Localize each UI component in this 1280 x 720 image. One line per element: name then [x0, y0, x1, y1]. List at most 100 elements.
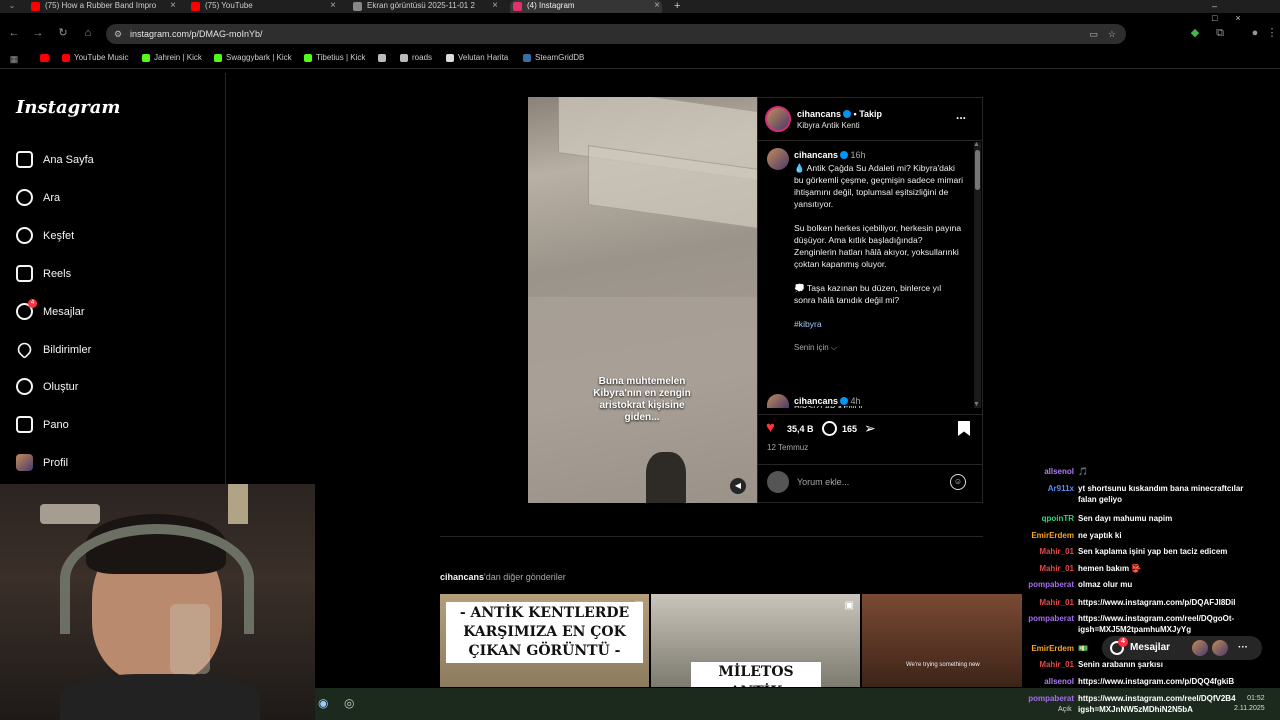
apps-grid-icon[interactable]: ▦: [6, 51, 22, 67]
chat-text: https://www.instagram.com/p/DQQ4fgkiB: [1078, 677, 1235, 686]
cast-icon[interactable]: ▭: [1089, 24, 1098, 44]
comment-input[interactable]: Yorum ekle...: [797, 477, 849, 487]
forward-icon[interactable]: →: [30, 25, 46, 41]
chat-username: Mahir_01: [1039, 660, 1074, 669]
nav-create[interactable]: Oluştur: [16, 377, 78, 397]
url-text: instagram.com/p/DMAG-moInYb/: [130, 29, 263, 39]
like-count[interactable]: 35,4 B: [787, 424, 814, 434]
comment-icon[interactable]: [822, 421, 837, 436]
instagram-logo[interactable]: Instagram: [16, 97, 120, 118]
bookmark-star-icon[interactable]: ☆: [1108, 24, 1116, 44]
bookmark-icon: [142, 54, 150, 62]
close-icon[interactable]: ×: [654, 0, 660, 12]
nav-profile[interactable]: Profil: [16, 453, 68, 473]
chat-username: pompaberat: [1028, 694, 1074, 703]
reply-time: 4h: [850, 396, 861, 406]
more-post-tile[interactable]: - ANTİK KENTLERDE KARŞIMIZA EN ÇOK ÇIKAN…: [440, 594, 649, 687]
nav-reels[interactable]: Reels: [16, 264, 71, 284]
chat-username: Mahir_01: [1039, 598, 1074, 607]
dashboard-icon: [16, 416, 33, 433]
chat-avatar: [1192, 640, 1208, 656]
chat-message: EmirErdem ne yaptık ki: [998, 530, 1248, 541]
scroll-down-icon[interactable]: ▼: [973, 401, 980, 408]
nav-messages[interactable]: 4 Mesajlar: [16, 299, 85, 322]
like-heart-icon[interactable]: ♥: [766, 420, 775, 436]
nav-search[interactable]: Ara: [16, 188, 60, 208]
close-icon[interactable]: ×: [330, 0, 336, 12]
image-icon: [353, 2, 362, 11]
messages-pill[interactable]: 4 Mesajlar ···: [1102, 636, 1262, 660]
caption-paragraph: 💭 Taşa kazınan bu düzen, binlerce yıl so…: [794, 283, 942, 305]
home-icon[interactable]: ⌂: [80, 25, 96, 41]
tab-youtube[interactable]: (75) YouTube ×: [188, 0, 338, 13]
bookmark-item[interactable]: Tibetius | Kick: [304, 52, 365, 64]
glass-cup: [170, 604, 210, 674]
tab-rubber-band[interactable]: (75) How a Rubber Band Impro ×: [28, 0, 178, 13]
hashtag-link[interactable]: #kibyra: [794, 318, 964, 330]
profile-icon[interactable]: ●: [1247, 25, 1263, 41]
avatar-icon: [16, 454, 33, 471]
translation-toggle[interactable]: Senin için ⌵: [794, 342, 964, 354]
reply-author[interactable]: cihancans 4h: [794, 396, 861, 406]
verified-icon: [840, 151, 849, 159]
caption-author[interactable]: cihancans 16h: [794, 150, 866, 160]
tile-text: MİLETOS ANTİK: [691, 662, 821, 687]
nav-home[interactable]: Ana Sayfa: [16, 150, 94, 170]
scrollbar-thumb[interactable]: [975, 150, 980, 190]
window-controls[interactable]: –□×: [1212, 0, 1280, 24]
bookmark-icon: [62, 54, 70, 62]
emoji-icon[interactable]: ☺: [950, 474, 966, 490]
nav-notifications[interactable]: Bildirimler: [14, 339, 91, 360]
tab-screenshot[interactable]: Ekran görüntüsü 2025-11-01 2 ×: [350, 0, 500, 13]
author-avatar[interactable]: [765, 106, 791, 132]
post-author[interactable]: cihancans • Takip: [797, 109, 882, 119]
chat-message: Mahir_01 hemen bakım 👺: [998, 563, 1248, 574]
follow-button[interactable]: • Takip: [854, 109, 883, 119]
app-icon[interactable]: ◎: [344, 696, 354, 710]
bookmark-item[interactable]: SteamGridDB: [523, 52, 584, 64]
compass-icon: [16, 227, 33, 244]
chat-username: EmirErdem: [1031, 644, 1074, 653]
post-video[interactable]: [528, 97, 757, 503]
post-location[interactable]: Kibyra Antik Kenti: [797, 121, 860, 130]
bookmark-label: Velutan Harita: [458, 53, 509, 62]
scroll-up-icon[interactable]: ▲: [973, 141, 980, 148]
more-options-icon[interactable]: ...: [956, 108, 966, 122]
extensions-icon[interactable]: ⧉: [1212, 25, 1228, 41]
chat-text: https://www.instagram.com/reel/DQfV2B4 i…: [1078, 694, 1236, 714]
bookmark-icon: [446, 54, 454, 62]
tab-instagram[interactable]: (4) Instagram ×: [510, 0, 662, 13]
verified-icon: [843, 110, 852, 118]
close-icon[interactable]: ×: [170, 0, 176, 12]
reload-icon[interactable]: ↻: [55, 25, 71, 41]
bookmark-item[interactable]: Velutan Harita: [446, 52, 508, 64]
url-bar[interactable]: ⚙ instagram.com/p/DMAG-moInYb/ ▭ ☆: [106, 24, 1126, 44]
share-icon[interactable]: ➢: [864, 420, 876, 436]
site-info-icon[interactable]: ⚙: [114, 24, 122, 44]
bookmark-item[interactable]: Swaggybark | Kick: [214, 52, 292, 64]
chat-username: allsenol: [1044, 677, 1074, 686]
menu-icon[interactable]: ⋮: [1264, 25, 1280, 41]
more-icon[interactable]: ···: [1238, 636, 1248, 660]
tab-search-chevron-icon[interactable]: ⌄: [4, 0, 20, 13]
caption-paragraph: 💧 Antik Çağda Su Adaleti mi? Kibyra'daki…: [794, 163, 964, 209]
caption-avatar[interactable]: [767, 148, 789, 170]
bookmark-item[interactable]: roads: [400, 52, 432, 64]
nav-explore[interactable]: Keşfet: [16, 226, 74, 246]
bookmark-item[interactable]: Jahrein | Kick: [142, 52, 202, 64]
shield-icon[interactable]: ◆: [1187, 25, 1203, 41]
new-tab-button[interactable]: +: [674, 0, 680, 12]
youtube-bookmark-icon[interactable]: [40, 54, 49, 62]
more-posts-user[interactable]: cihancans: [440, 572, 484, 582]
back-icon[interactable]: ←: [6, 25, 22, 41]
bookmark-item[interactable]: YouTube Music: [62, 52, 129, 64]
reels-icon: [16, 265, 33, 282]
mute-icon[interactable]: ◀: [730, 478, 746, 494]
more-post-tile[interactable]: MİLETOS ANTİK ▣: [651, 594, 860, 687]
nav-dashboard[interactable]: Pano: [16, 415, 69, 435]
steam-icon[interactable]: ◉: [318, 696, 328, 710]
user-avatar: [767, 471, 789, 493]
close-icon[interactable]: ×: [492, 0, 498, 12]
chat-message: Ar911x yt shortsunu kıskandım bana minecr…: [998, 483, 1248, 505]
bookmark-icon: [214, 54, 222, 62]
